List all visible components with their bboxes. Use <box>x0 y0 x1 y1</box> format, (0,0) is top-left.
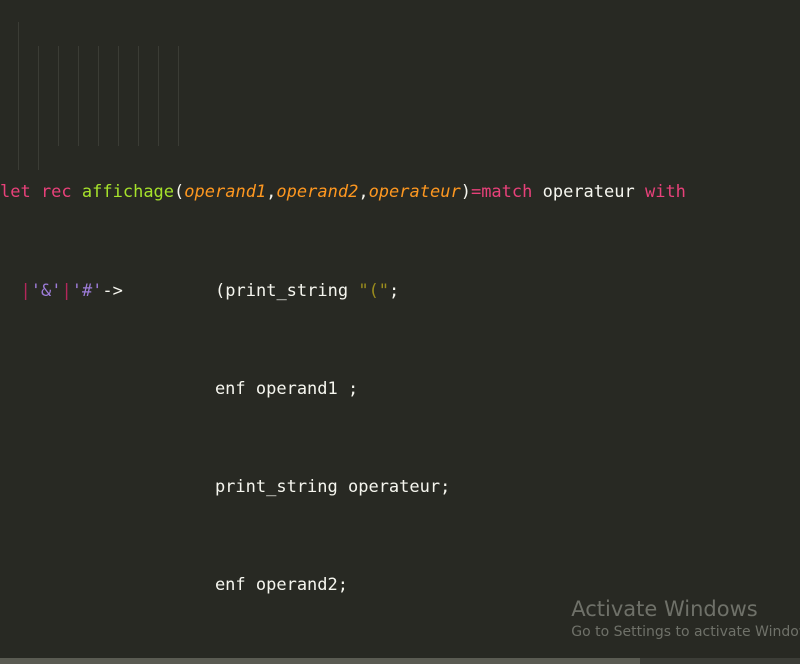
code-content[interactable]: let rec affichage(operand1,operand2,oper… <box>0 0 800 664</box>
code-line[interactable]: enf operand2; <box>0 573 800 598</box>
token-arrow: -> <box>102 280 123 301</box>
token-paren: ) <box>460 182 471 203</box>
token-comma: , <box>358 182 369 203</box>
code-line[interactable]: let rec affichage(operand1,operand2,oper… <box>0 180 800 205</box>
token-char-literal: '&' <box>30 280 62 301</box>
code-line[interactable]: print_string operateur; <box>0 475 800 500</box>
token-equals: = <box>470 182 482 203</box>
code-line[interactable]: enf operand1 ; <box>0 377 800 402</box>
token-param: operateur <box>368 182 461 203</box>
token-keyword: match <box>481 182 533 203</box>
token-statement: enf operand1 ; <box>214 378 359 399</box>
token-pipe: | <box>20 280 31 301</box>
token-identifier: operateur <box>532 182 645 203</box>
token-keyword: let rec <box>0 182 72 203</box>
token-keyword: with <box>644 182 686 203</box>
code-editor[interactable]: Activate Windows Go to Settings to activ… <box>0 0 800 664</box>
token-comma: , <box>266 182 277 203</box>
token-param: operand2 <box>276 182 359 203</box>
code-line[interactable]: |'&'|'#'-> (print_string "("; <box>0 279 800 304</box>
horizontal-scrollbar-thumb[interactable] <box>0 658 640 664</box>
token-function-name: affichage <box>81 182 175 203</box>
token-pipe: | <box>61 280 72 301</box>
token-semicolon: ; <box>389 280 400 301</box>
token-paren: ( <box>174 182 185 203</box>
token-keyword <box>0 84 10 104</box>
horizontal-scrollbar[interactable] <box>0 658 800 664</box>
code-line-partial <box>0 82 800 107</box>
token-param: operand1 <box>184 182 267 203</box>
token-string: "(" <box>358 280 390 301</box>
token-statement: print_string operateur; <box>214 476 451 497</box>
token-statement: enf operand2; <box>214 575 348 596</box>
token-char-literal: '#' <box>71 280 103 301</box>
token-call: (print_string <box>215 280 359 301</box>
